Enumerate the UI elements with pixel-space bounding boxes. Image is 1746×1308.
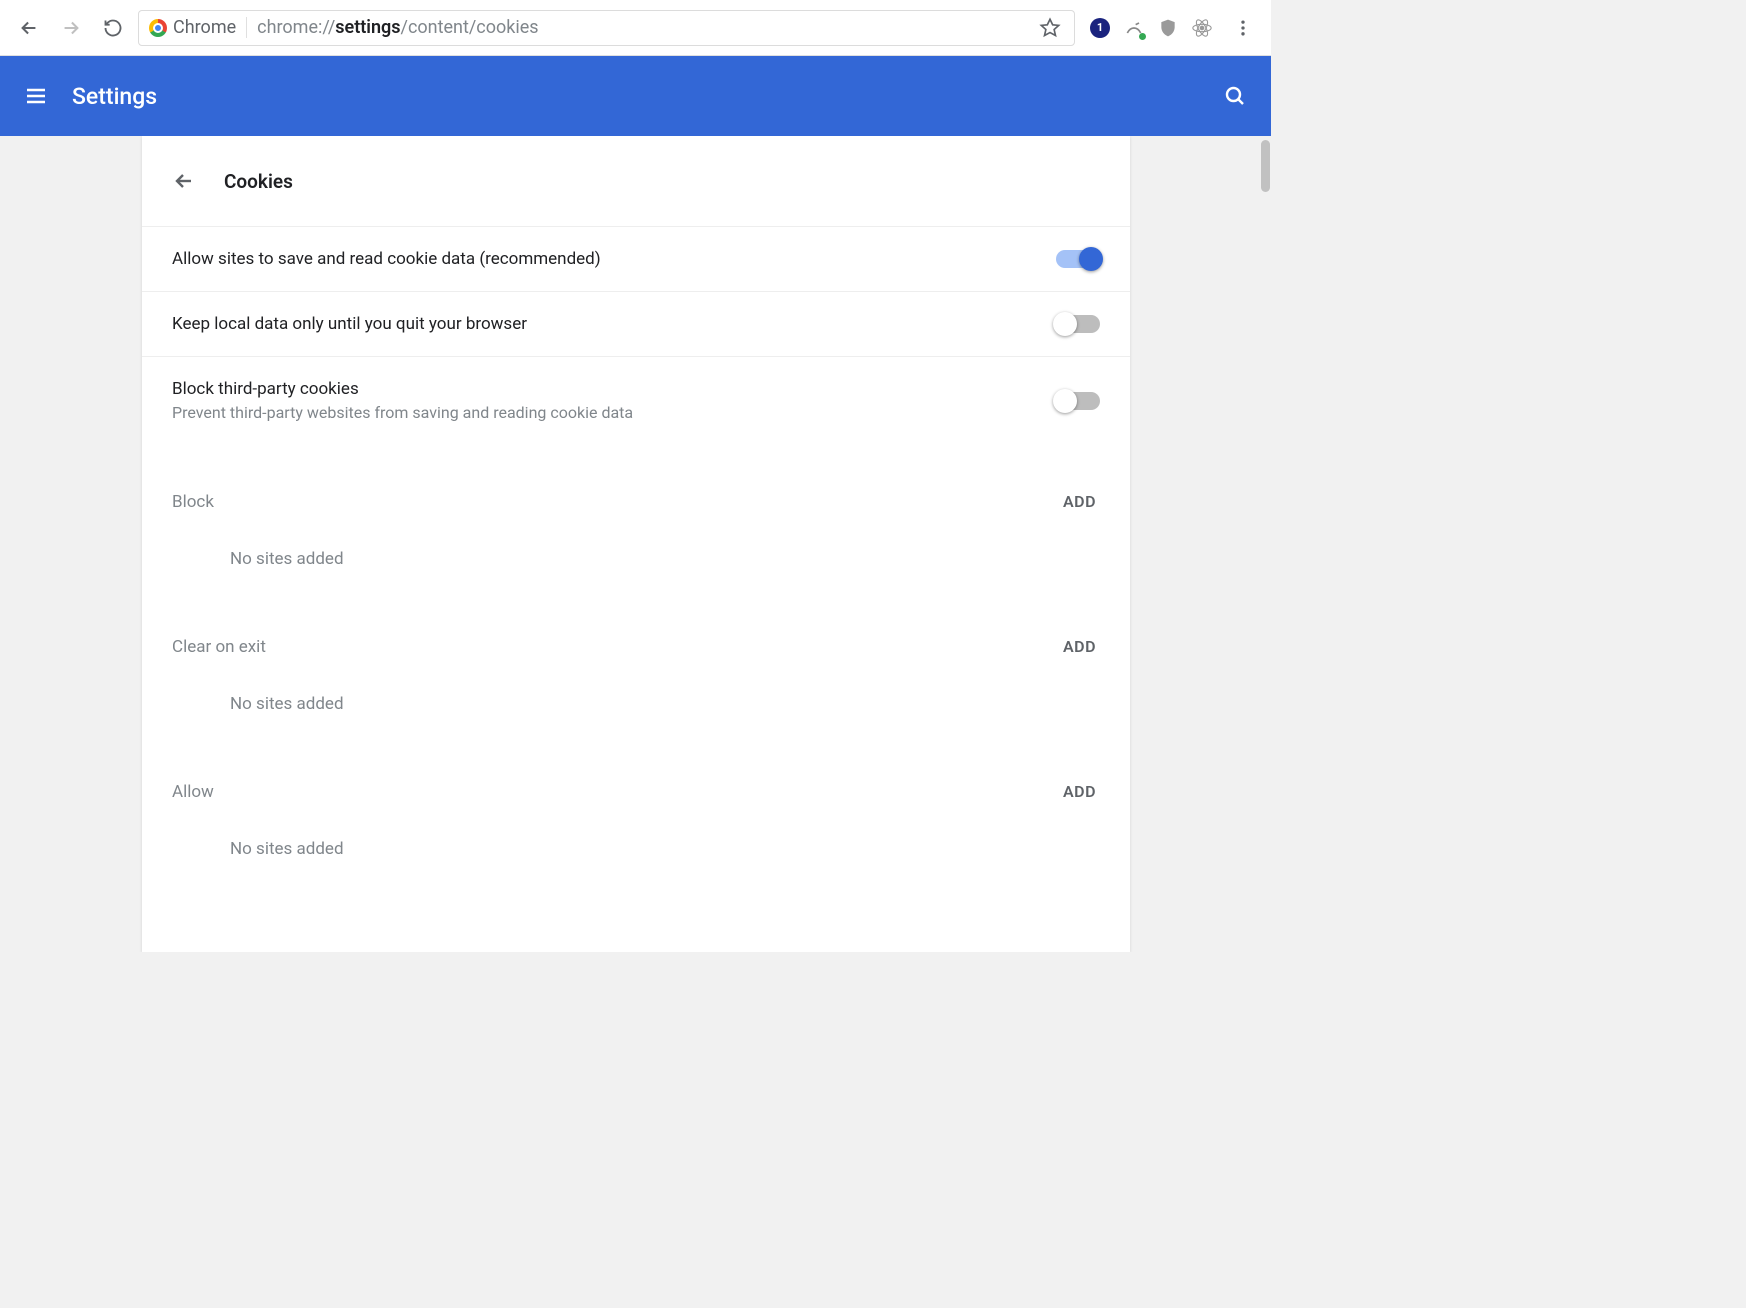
extension-icons: 1 bbox=[1083, 17, 1219, 39]
empty-text: No sites added bbox=[172, 694, 1100, 748]
back-arrow-icon[interactable] bbox=[172, 169, 196, 193]
toggle-row-block-thirdparty: Block third-party cookies Prevent third-… bbox=[142, 357, 1130, 444]
toggle-label: Allow sites to save and read cookie data… bbox=[172, 249, 1036, 269]
browser-toolbar: Chrome chrome://settings/content/cookies… bbox=[0, 0, 1271, 56]
nav-forward-button bbox=[54, 11, 88, 45]
add-button-clear[interactable]: ADD bbox=[1059, 629, 1100, 664]
bookmark-star-icon[interactable] bbox=[1036, 14, 1064, 42]
scrollbar-thumb[interactable] bbox=[1261, 140, 1270, 192]
toggle-block-thirdparty[interactable] bbox=[1056, 392, 1100, 410]
extension-badge-icon[interactable]: 1 bbox=[1089, 17, 1111, 39]
chrome-logo-icon bbox=[149, 19, 167, 37]
add-button-allow[interactable]: ADD bbox=[1059, 774, 1100, 809]
extension-react-icon[interactable] bbox=[1191, 17, 1213, 39]
toggle-row-allow-cookies: Allow sites to save and read cookie data… bbox=[142, 226, 1130, 292]
section-clear-on-exit: Clear on exit ADD No sites added bbox=[142, 603, 1130, 748]
settings-card: Cookies Allow sites to save and read coo… bbox=[142, 136, 1130, 952]
empty-text: No sites added bbox=[172, 549, 1100, 603]
section-allow: Allow ADD No sites added bbox=[142, 748, 1130, 893]
page-title: Cookies bbox=[224, 170, 293, 193]
nav-back-button[interactable] bbox=[12, 11, 46, 45]
content-area: Cookies Allow sites to save and read coo… bbox=[0, 136, 1271, 952]
card-header: Cookies bbox=[142, 136, 1130, 226]
toggle-label: Keep local data only until you quit your… bbox=[172, 314, 1036, 334]
settings-title: Settings bbox=[72, 83, 1199, 110]
extension-running-icon[interactable] bbox=[1123, 17, 1145, 39]
toggle-desc: Prevent third-party websites from saving… bbox=[172, 403, 1036, 422]
browser-menu-button[interactable] bbox=[1227, 12, 1259, 44]
search-icon[interactable] bbox=[1223, 84, 1247, 108]
address-bar[interactable]: Chrome chrome://settings/content/cookies bbox=[138, 10, 1075, 46]
menu-hamburger-icon[interactable] bbox=[24, 84, 48, 108]
toggle-allow-cookies[interactable] bbox=[1056, 250, 1100, 268]
extension-shield-icon[interactable] bbox=[1157, 17, 1179, 39]
site-identity-label: Chrome bbox=[173, 17, 236, 38]
toggle-row-keep-local: Keep local data only until you quit your… bbox=[142, 292, 1130, 357]
section-title: Allow bbox=[172, 782, 214, 802]
section-title: Clear on exit bbox=[172, 637, 266, 657]
empty-text: No sites added bbox=[172, 839, 1100, 893]
site-identity: Chrome bbox=[149, 17, 247, 38]
add-button-block[interactable]: ADD bbox=[1059, 484, 1100, 519]
toggle-keep-local[interactable] bbox=[1056, 315, 1100, 333]
url-text: chrome://settings/content/cookies bbox=[257, 17, 1026, 38]
toggle-label: Block third-party cookies bbox=[172, 379, 1036, 399]
section-block: Block ADD No sites added bbox=[142, 458, 1130, 603]
nav-reload-button[interactable] bbox=[96, 11, 130, 45]
settings-header: Settings bbox=[0, 56, 1271, 136]
section-title: Block bbox=[172, 492, 214, 512]
